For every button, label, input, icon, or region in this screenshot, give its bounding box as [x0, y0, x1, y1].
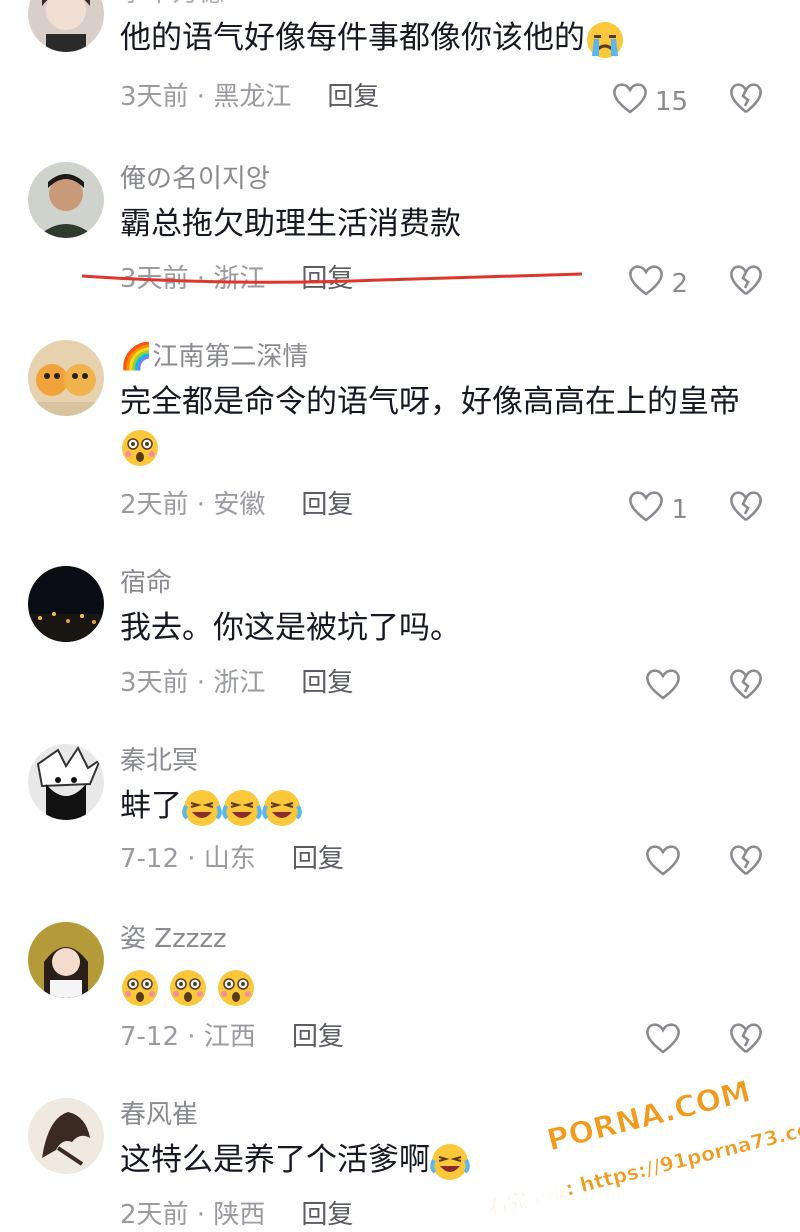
red-strike-line: [81, 272, 583, 284]
avatar[interactable]: [28, 1098, 104, 1174]
like-count: 15: [654, 86, 688, 117]
reply-button[interactable]: 回复: [301, 1200, 353, 1230]
avatar[interactable]: [28, 162, 104, 238]
crying-laughing-emoji-icon: [430, 1142, 470, 1182]
comment-item: 🌈江南第二深情 完全都是命令的语气呀，好像高高在上的皇帝 2天前 · 安徽 回复 …: [0, 340, 800, 540]
emoji-row: [120, 428, 740, 468]
heart-icon: [627, 262, 665, 305]
heart-icon: [627, 488, 665, 531]
shocked-face-emoji-icon: [168, 968, 208, 1008]
sad-face-emoji-icon: [585, 20, 625, 60]
comment-time-location: 3天前 · 浙江: [120, 668, 266, 698]
comment-text-content: 这特么是养了个活爹啊: [120, 1142, 430, 1178]
comment-text-content: 他的语气好像每件事都像你该他的: [120, 20, 585, 56]
like-button[interactable]: [644, 666, 688, 709]
comment-item: 李华力德 他的语气好像每件事都像你该他的 3天前 · 黑龙江 回复 15: [0, 0, 800, 126]
broken-heart-icon: [728, 669, 764, 706]
comment-text: 我去。你这是被坑了吗。: [120, 610, 461, 646]
heart-icon: [644, 666, 682, 709]
comment-author[interactable]: 宿命: [120, 566, 680, 600]
comment-author[interactable]: 秦北冥: [120, 744, 680, 778]
comment-text: 他的语气好像每件事都像你该他的: [120, 16, 680, 60]
like-count: 1: [671, 494, 688, 525]
shocked-face-emoji-icon: [216, 968, 256, 1008]
heart-icon: [611, 80, 649, 123]
shocked-face-emoji-icon: [120, 968, 160, 1008]
crying-laughing-emoji-icon: [222, 788, 262, 828]
avatar[interactable]: [28, 922, 104, 998]
like-button[interactable]: 15: [611, 80, 688, 123]
comment-time-location: 3天前 · 黑龙江: [120, 82, 292, 112]
comment-time-location: 7-12 · 山东: [120, 844, 256, 874]
broken-heart-icon: [728, 491, 764, 528]
avatar[interactable]: [28, 744, 104, 820]
comment-author[interactable]: 🌈江南第二深情: [120, 340, 740, 374]
shocked-face-emoji-icon: [120, 428, 160, 468]
dislike-button[interactable]: [728, 666, 764, 706]
comment-meta: 3天前 · 浙江 回复: [120, 666, 353, 700]
comment-text: 蚌了: [120, 784, 680, 828]
like-count: 2: [671, 268, 688, 299]
comment-time-location: 7-12 · 江西: [120, 1022, 256, 1052]
reply-button[interactable]: 回复: [292, 844, 344, 874]
heart-icon: [644, 1020, 682, 1063]
comment-text-content: 蚌了: [120, 788, 182, 824]
broken-heart-icon: [728, 1023, 764, 1060]
reply-button[interactable]: 回复: [327, 82, 379, 112]
dislike-button[interactable]: [728, 842, 764, 882]
comment-time-location: 2天前 · 陕西: [120, 1200, 266, 1230]
crying-laughing-emoji-icon: [262, 788, 302, 828]
broken-heart-icon: [728, 265, 764, 302]
avatar[interactable]: [28, 566, 104, 642]
comment-meta: 7-12 · 江西 回复: [120, 1020, 344, 1054]
emoji-row: [120, 968, 680, 1008]
reply-button[interactable]: 回复: [292, 1022, 344, 1052]
dislike-button[interactable]: [728, 80, 764, 120]
reply-button[interactable]: 回复: [301, 490, 353, 520]
comment-author[interactable]: 李华力德: [120, 0, 680, 10]
broken-heart-icon: [728, 83, 764, 120]
crying-laughing-emoji-icon: [182, 788, 222, 828]
like-button[interactable]: [644, 1020, 688, 1063]
comment-meta: 2天前 · 安徽 回复: [120, 488, 353, 522]
comment-author[interactable]: 姿 Zzzzz: [120, 922, 680, 956]
dislike-button[interactable]: [728, 262, 764, 302]
comment-author[interactable]: 俺の名이지앙: [120, 162, 680, 196]
comment-time-location: 2天前 · 安徽: [120, 490, 266, 520]
comment-item: 秦北冥 蚌了 7-12 · 山东 回复: [0, 744, 800, 884]
like-button[interactable]: 1: [627, 488, 688, 531]
comment-meta: 7-12 · 山东 回复: [120, 842, 344, 876]
like-button[interactable]: 2: [627, 262, 688, 305]
comment-text: 完全都是命令的语气呀，好像高高在上的皇帝: [120, 384, 740, 420]
comment-item: 姿 Zzzzz 7-12 · 江西 回复: [0, 922, 800, 1062]
avatar[interactable]: [28, 0, 104, 52]
dislike-button[interactable]: [728, 488, 764, 528]
comment-item: 宿命 我去。你这是被坑了吗。 3天前 · 浙江 回复: [0, 566, 800, 706]
comment-meta: 2天前 · 陕西 回复: [120, 1198, 353, 1232]
site-watermark: PORNA.COM 看完整版: https://91porna73.com: [485, 1074, 800, 1220]
avatar[interactable]: [28, 340, 104, 416]
like-button[interactable]: [644, 842, 688, 885]
comment-meta: 3天前 · 黑龙江 回复: [120, 80, 379, 114]
broken-heart-icon: [728, 845, 764, 882]
reply-button[interactable]: 回复: [301, 668, 353, 698]
heart-icon: [644, 842, 682, 885]
comment-text: 霸总拖欠助理生活消费款: [120, 206, 461, 242]
dislike-button[interactable]: [728, 1020, 764, 1060]
